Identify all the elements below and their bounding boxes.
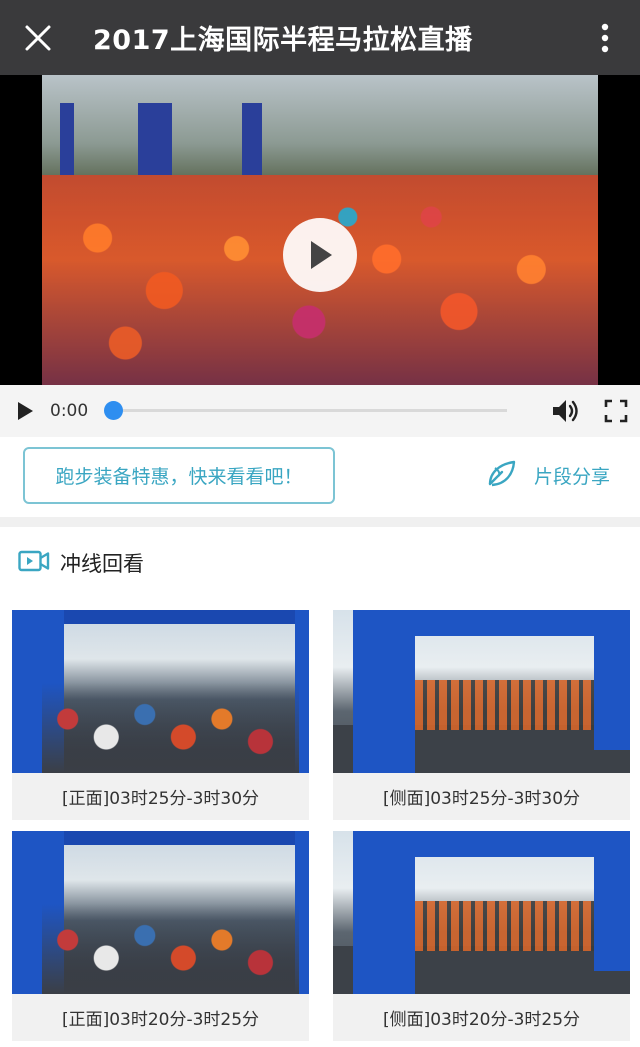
clip-card-side-2[interactable]: [侧面]03时20分-3时25分 xyxy=(333,831,630,1041)
section-title: 冲线回看 xyxy=(60,552,144,576)
banner-flag xyxy=(60,103,74,175)
more-vertical-icon xyxy=(601,23,609,52)
progress-knob[interactable] xyxy=(104,401,123,420)
clip-share-button[interactable]: 片段分享 xyxy=(486,455,610,495)
play-icon xyxy=(18,402,33,420)
progress-track xyxy=(112,409,507,412)
video-player[interactable] xyxy=(0,75,640,385)
close-button[interactable] xyxy=(0,0,75,75)
clip-label: [正面]03时20分-3时25分 xyxy=(12,994,309,1041)
share-icon xyxy=(486,458,518,493)
clip-card-front-2[interactable]: [正面]03时20分-3时25分 xyxy=(12,831,309,1041)
fullscreen-button[interactable] xyxy=(598,385,634,437)
video-controls: 0:00 xyxy=(0,385,640,437)
video-icon xyxy=(18,549,50,578)
gear-promo-button[interactable]: 跑步装备特惠，快来看看吧！ xyxy=(23,447,335,504)
page-title: 2017上海国际半程马拉松直播 xyxy=(93,25,473,56)
section-divider xyxy=(0,517,640,527)
close-icon xyxy=(25,25,50,50)
clip-label: [正面]03时25分-3时30分 xyxy=(12,773,309,820)
current-time: 0:00 xyxy=(50,401,89,421)
top-bar: 2017上海国际半程马拉松直播 xyxy=(0,0,640,75)
clip-label: [侧面]03时20分-3时25分 xyxy=(333,994,630,1041)
section-header: 冲线回看 xyxy=(18,543,144,583)
banner-flag xyxy=(138,103,172,175)
clip-label: [侧面]03时25分-3时30分 xyxy=(333,773,630,820)
control-play-button[interactable] xyxy=(0,385,50,437)
more-button[interactable] xyxy=(570,0,640,75)
volume-icon xyxy=(553,400,578,422)
clip-card-front-1[interactable]: [正面]03时25分-3时30分 xyxy=(12,610,309,820)
clip-thumbnail xyxy=(333,831,630,994)
play-button[interactable] xyxy=(283,218,357,292)
volume-button[interactable] xyxy=(548,385,584,437)
banner-flag xyxy=(242,103,262,175)
clip-thumbnail xyxy=(12,610,309,773)
clip-thumbnail xyxy=(333,610,630,773)
clip-thumbnail xyxy=(12,831,309,994)
progress-slider[interactable] xyxy=(102,385,507,437)
share-label: 片段分享 xyxy=(534,465,611,488)
promo-row: 跑步装备特惠，快来看看吧！ 片段分享 xyxy=(0,437,640,517)
play-icon xyxy=(311,241,332,269)
clip-card-side-1[interactable]: [侧面]03时25分-3时30分 xyxy=(333,610,630,820)
fullscreen-icon xyxy=(604,399,628,423)
